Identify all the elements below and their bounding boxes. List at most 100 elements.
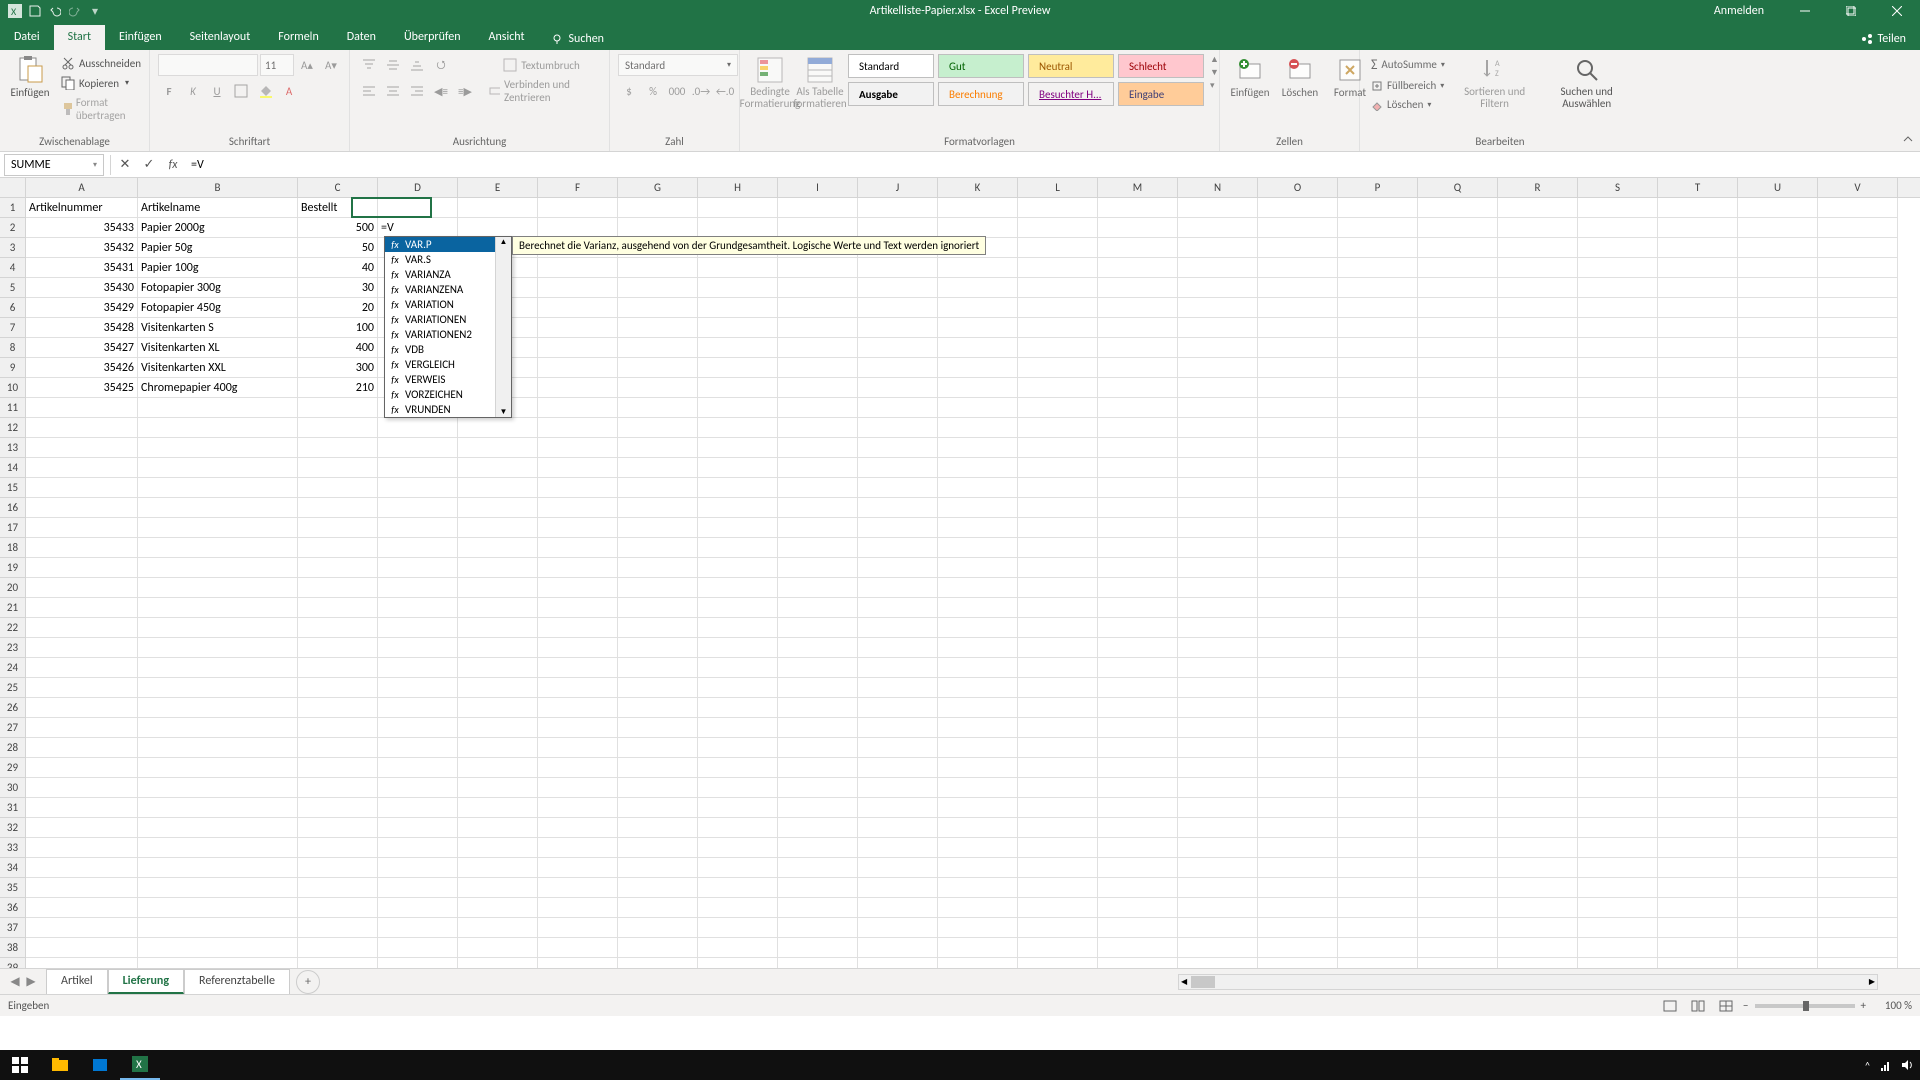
cell[interactable] xyxy=(1258,498,1338,518)
cell[interactable] xyxy=(138,518,298,538)
cell[interactable] xyxy=(698,258,778,278)
cell[interactable] xyxy=(538,398,618,418)
cell[interactable] xyxy=(26,738,138,758)
cell[interactable] xyxy=(858,218,938,238)
cell[interactable] xyxy=(298,438,378,458)
cell[interactable] xyxy=(1258,458,1338,478)
cell[interactable] xyxy=(858,818,938,838)
cell[interactable] xyxy=(1338,738,1418,758)
cell[interactable] xyxy=(538,698,618,718)
cell[interactable] xyxy=(1818,878,1898,898)
cell[interactable] xyxy=(1258,658,1338,678)
cell[interactable] xyxy=(1738,458,1818,478)
cell[interactable] xyxy=(378,458,458,478)
cell[interactable] xyxy=(298,858,378,878)
cell[interactable] xyxy=(1098,198,1178,218)
cell[interactable] xyxy=(1498,598,1578,618)
cell[interactable] xyxy=(858,378,938,398)
cell[interactable] xyxy=(1818,358,1898,378)
cell[interactable] xyxy=(1258,478,1338,498)
cell[interactable] xyxy=(1578,798,1658,818)
cell[interactable] xyxy=(1498,478,1578,498)
cell[interactable] xyxy=(1258,618,1338,638)
cell[interactable] xyxy=(138,778,298,798)
cell[interactable] xyxy=(1098,758,1178,778)
cell[interactable] xyxy=(938,438,1018,458)
cell[interactable] xyxy=(298,878,378,898)
cell[interactable] xyxy=(1338,878,1418,898)
cell[interactable] xyxy=(938,498,1018,518)
cell[interactable] xyxy=(1418,638,1498,658)
cell[interactable] xyxy=(458,418,538,438)
cell[interactable] xyxy=(778,958,858,968)
cell[interactable]: 35430 xyxy=(26,278,138,298)
cell[interactable]: 35426 xyxy=(26,358,138,378)
cell[interactable] xyxy=(1498,938,1578,958)
cell[interactable] xyxy=(1818,798,1898,818)
cell[interactable] xyxy=(298,818,378,838)
cell[interactable] xyxy=(138,498,298,518)
cell[interactable] xyxy=(1578,858,1658,878)
cell[interactable] xyxy=(1418,338,1498,358)
cell[interactable] xyxy=(1178,338,1258,358)
cell[interactable] xyxy=(458,598,538,618)
cell[interactable] xyxy=(26,838,138,858)
column-header[interactable]: H xyxy=(698,178,778,197)
cell[interactable] xyxy=(1498,418,1578,438)
cell[interactable] xyxy=(26,538,138,558)
cell[interactable] xyxy=(1578,298,1658,318)
cell[interactable] xyxy=(1818,518,1898,538)
cell[interactable] xyxy=(1738,258,1818,278)
column-header[interactable]: O xyxy=(1258,178,1338,197)
cell[interactable] xyxy=(698,738,778,758)
style-gut[interactable]: Gut xyxy=(938,54,1024,78)
cell[interactable] xyxy=(778,878,858,898)
redo-icon[interactable] xyxy=(68,4,82,18)
cell[interactable] xyxy=(938,338,1018,358)
row-header[interactable]: 4 xyxy=(0,258,25,278)
cell[interactable] xyxy=(298,678,378,698)
zoom-level[interactable]: 100 % xyxy=(1872,999,1912,1012)
cell[interactable] xyxy=(26,958,138,968)
cell[interactable] xyxy=(778,918,858,938)
cell[interactable] xyxy=(938,838,1018,858)
cell[interactable] xyxy=(26,798,138,818)
cell[interactable] xyxy=(1738,218,1818,238)
cell[interactable] xyxy=(1178,258,1258,278)
cell[interactable] xyxy=(1818,578,1898,598)
cell[interactable] xyxy=(778,678,858,698)
cell[interactable] xyxy=(538,598,618,618)
cell[interactable]: Artikelnummer xyxy=(26,198,138,218)
cell[interactable] xyxy=(858,578,938,598)
cell[interactable] xyxy=(1498,678,1578,698)
cell[interactable] xyxy=(1418,418,1498,438)
cell[interactable] xyxy=(1178,678,1258,698)
cell[interactable] xyxy=(1498,898,1578,918)
cell[interactable] xyxy=(1818,398,1898,418)
cell[interactable]: 210 xyxy=(298,378,378,398)
cell[interactable] xyxy=(858,458,938,478)
cell[interactable] xyxy=(378,518,458,538)
cell[interactable] xyxy=(1658,778,1738,798)
cell[interactable] xyxy=(458,758,538,778)
cell[interactable] xyxy=(1178,558,1258,578)
cell[interactable] xyxy=(1578,938,1658,958)
cell[interactable] xyxy=(1818,918,1898,938)
cell[interactable] xyxy=(1098,498,1178,518)
cell[interactable] xyxy=(1818,658,1898,678)
row-header[interactable]: 2 xyxy=(0,218,25,238)
cell[interactable] xyxy=(1658,718,1738,738)
cell[interactable] xyxy=(138,718,298,738)
cell[interactable] xyxy=(698,518,778,538)
cell[interactable] xyxy=(858,298,938,318)
cell[interactable] xyxy=(1018,338,1098,358)
cell[interactable] xyxy=(618,918,698,938)
cell[interactable] xyxy=(1258,938,1338,958)
cell[interactable] xyxy=(938,398,1018,418)
cell[interactable] xyxy=(538,958,618,968)
cell[interactable] xyxy=(378,758,458,778)
cell[interactable] xyxy=(1338,678,1418,698)
tray-chevron-icon[interactable]: ^ xyxy=(1865,1059,1870,1072)
cell[interactable] xyxy=(618,578,698,598)
cell[interactable] xyxy=(26,498,138,518)
